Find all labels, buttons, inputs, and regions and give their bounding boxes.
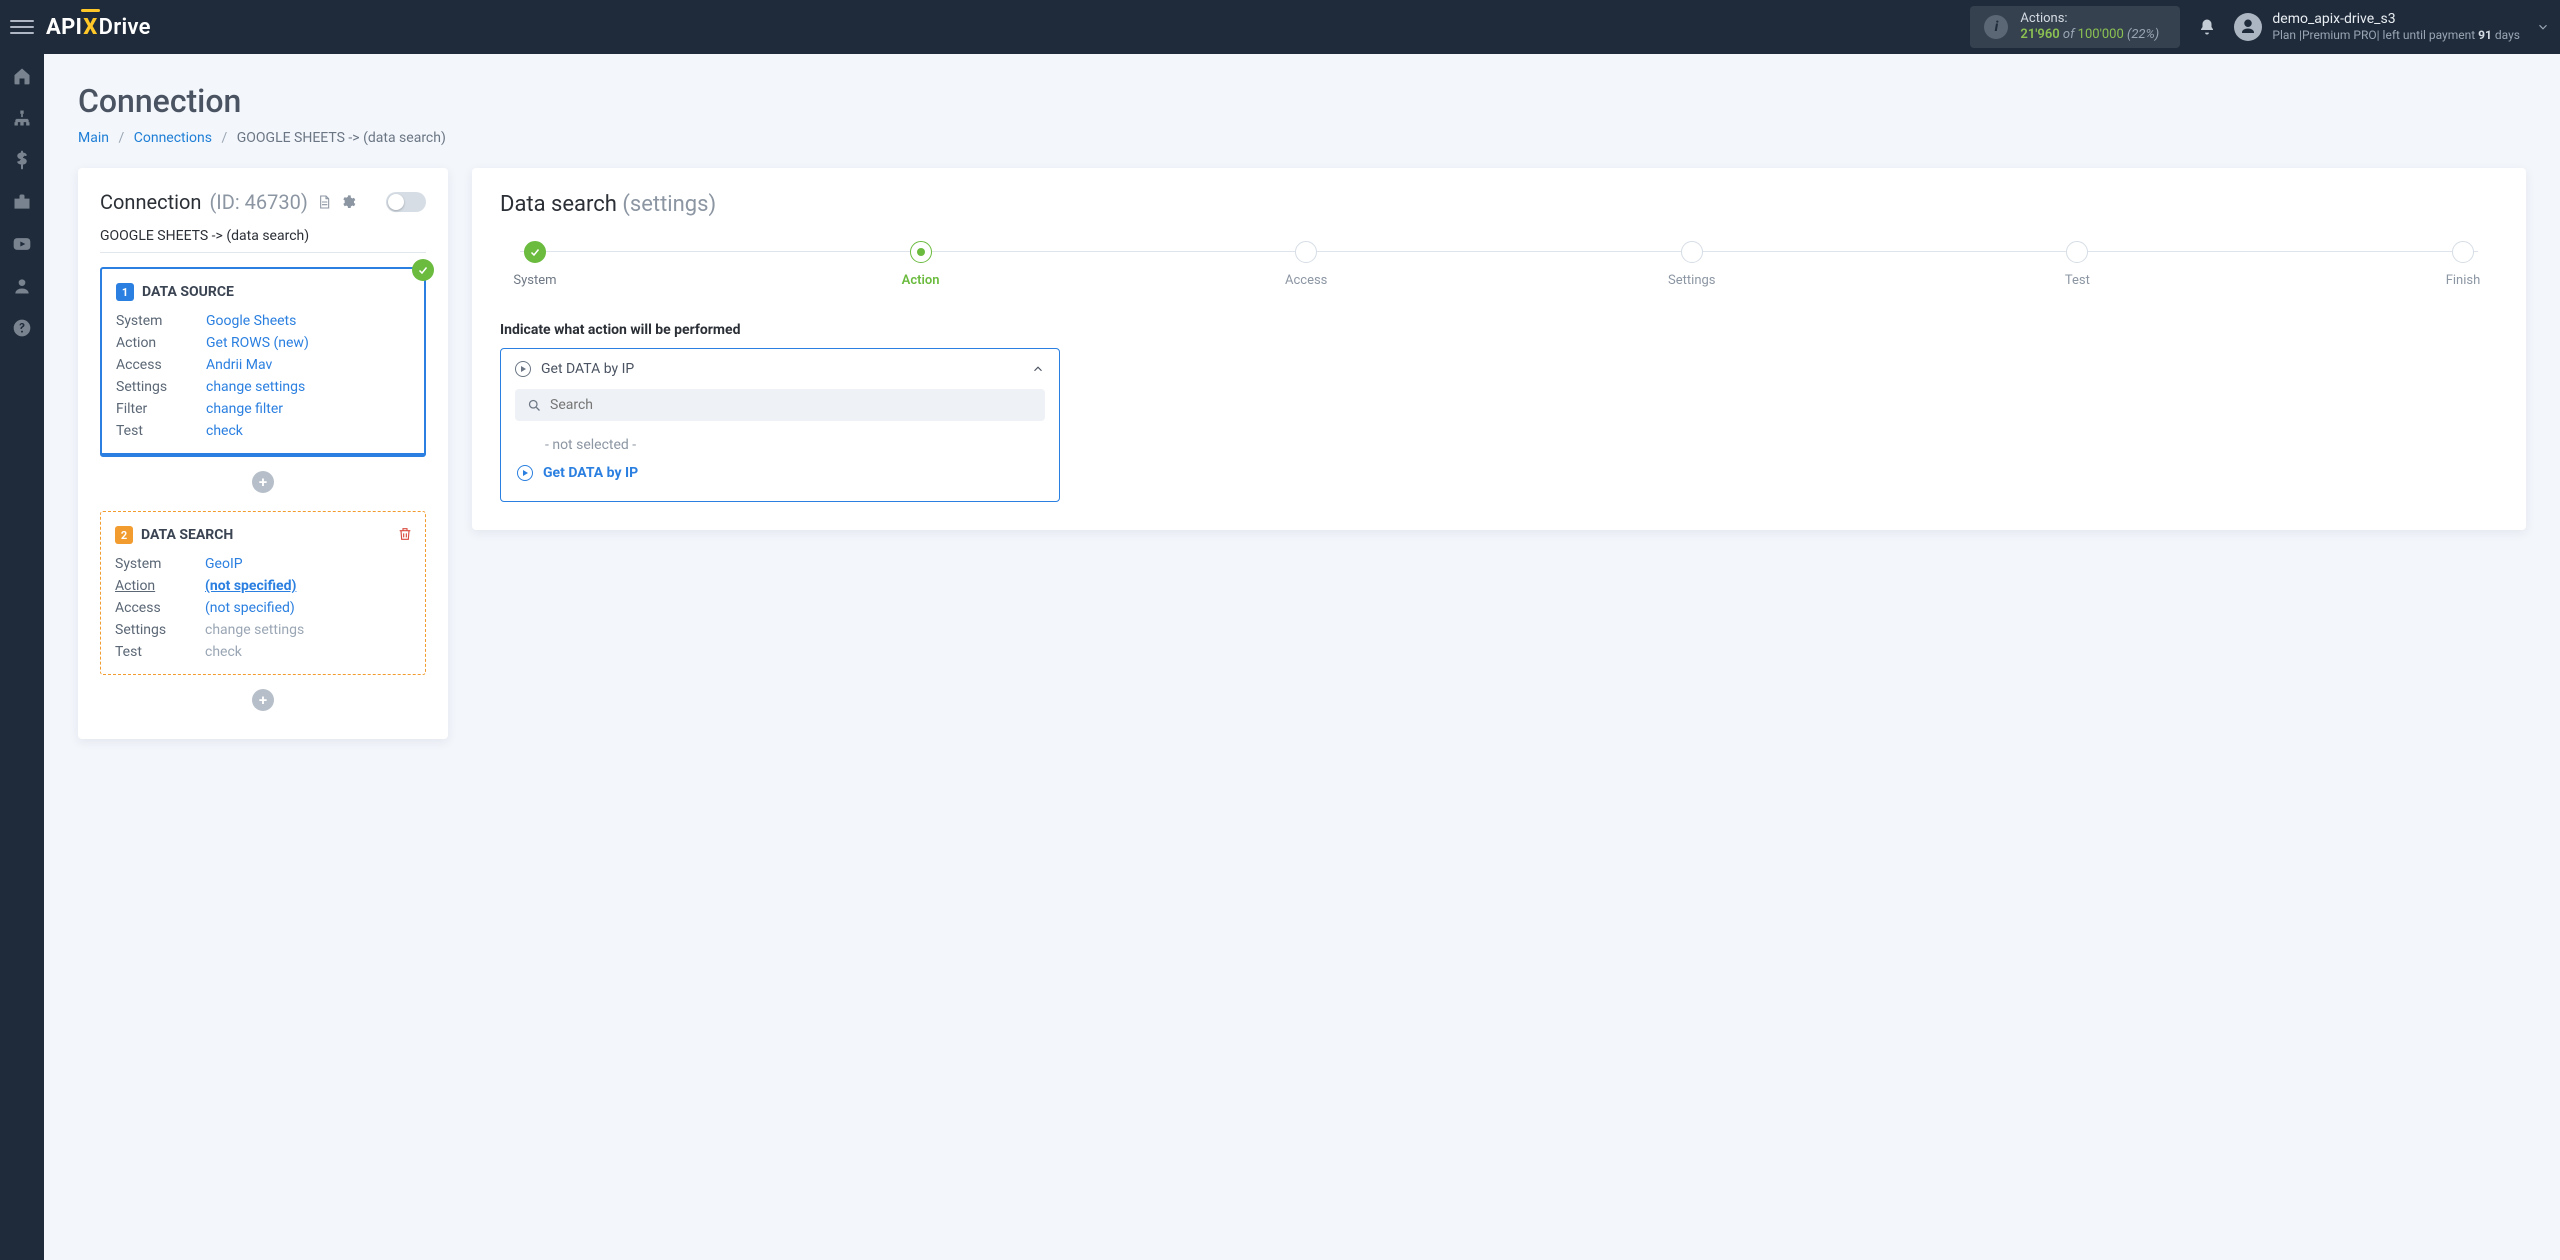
- dropdown-body: - not selected - Get DATA by IP: [501, 389, 1059, 501]
- search-input[interactable]: [550, 397, 1033, 413]
- logo-text-api: API: [46, 15, 82, 40]
- panel-subtitle: GOOGLE SHEETS -> (data search): [100, 228, 426, 253]
- main-content: Connection Main / Connections / GOOGLE S…: [44, 54, 2560, 767]
- home-icon[interactable]: [12, 66, 32, 86]
- panel-title: Connection: [100, 190, 201, 214]
- ds-filter[interactable]: change filter: [206, 401, 410, 417]
- data-search-block[interactable]: 2 DATA SEARCH SystemGeoIP Action(not spe…: [100, 511, 426, 675]
- stepper: System Action Access Settings Test Finis…: [500, 241, 2498, 288]
- chevron-down-icon: [2536, 20, 2550, 34]
- search-icon: [527, 398, 542, 413]
- crumb-connections[interactable]: Connections: [134, 130, 212, 146]
- panel-id: (ID: 46730): [209, 190, 307, 214]
- ds-system[interactable]: Google Sheets: [206, 313, 410, 329]
- document-icon[interactable]: [316, 194, 332, 210]
- settings-title: Data search: [500, 192, 622, 217]
- add-block-button-2[interactable]: +: [252, 689, 274, 711]
- user-icon[interactable]: [12, 276, 32, 296]
- menu-toggle[interactable]: [10, 15, 34, 39]
- breadcrumb: Main / Connections / GOOGLE SHEETS -> (d…: [78, 130, 2526, 146]
- settings-subtitle: (settings): [622, 192, 716, 217]
- logo[interactable]: API X Drive: [46, 15, 151, 40]
- page-title: Connection: [78, 82, 2526, 120]
- dsr-action[interactable]: (not specified): [205, 578, 411, 594]
- add-block-button[interactable]: +: [252, 471, 274, 493]
- step-finish[interactable]: Finish: [2428, 241, 2498, 288]
- check-icon: [412, 259, 434, 281]
- step-settings[interactable]: Settings: [1657, 241, 1727, 288]
- dsr-system[interactable]: GeoIP: [205, 556, 411, 572]
- connection-panel: Connection (ID: 46730) GOOGLE SHEETS -> …: [78, 168, 448, 739]
- block-title-text: DATA SEARCH: [141, 527, 233, 543]
- data-source-block[interactable]: 1 DATA SOURCE SystemGoogle Sheets Action…: [100, 267, 426, 457]
- action-dropdown[interactable]: Get DATA by IP - not selected - Get DATA…: [500, 348, 1060, 502]
- chevron-up-icon: [1031, 362, 1045, 376]
- ds-test[interactable]: check: [206, 423, 410, 439]
- dropdown-search[interactable]: [515, 389, 1045, 421]
- youtube-icon[interactable]: [12, 234, 32, 254]
- option-not-selected[interactable]: - not selected -: [515, 431, 1045, 459]
- field-label: Indicate what action will be performed: [500, 322, 2498, 338]
- actions-chip[interactable]: i Actions: 21'960 of 100'000 (22%): [1970, 6, 2180, 47]
- crumb-main[interactable]: Main: [78, 130, 109, 146]
- dropdown-selected: Get DATA by IP: [541, 361, 634, 377]
- block-title-text: DATA SOURCE: [142, 284, 234, 300]
- step-system[interactable]: System: [500, 241, 570, 288]
- avatar-icon: [2234, 13, 2262, 41]
- logo-text-drive: Drive: [99, 15, 151, 40]
- dsr-test: check: [205, 644, 411, 660]
- actions-label: Actions:: [2020, 12, 2159, 26]
- block-number: 1: [116, 283, 134, 301]
- logo-text-x: X: [83, 15, 97, 40]
- step-action[interactable]: Action: [886, 241, 956, 288]
- option-get-data[interactable]: Get DATA by IP: [515, 459, 1045, 487]
- briefcase-icon[interactable]: [12, 192, 32, 212]
- step-access[interactable]: Access: [1271, 241, 1341, 288]
- sitemap-icon[interactable]: [12, 108, 32, 128]
- dsr-access[interactable]: (not specified): [205, 600, 411, 616]
- actions-values: 21'960 of 100'000 (22%): [2020, 27, 2159, 42]
- block-number: 2: [115, 526, 133, 544]
- ds-settings[interactable]: change settings: [206, 379, 410, 395]
- gear-icon[interactable]: [340, 194, 356, 210]
- top-bar: API X Drive i Actions: 21'960 of 100'000…: [0, 0, 2560, 54]
- trash-icon[interactable]: [397, 526, 413, 542]
- info-icon: i: [1984, 15, 2008, 39]
- left-rail: [0, 54, 44, 1260]
- dollar-icon[interactable]: [12, 150, 32, 170]
- step-test[interactable]: Test: [2042, 241, 2112, 288]
- crumb-current: GOOGLE SHEETS -> (data search): [237, 130, 446, 146]
- settings-panel: Data search (settings) System Action Acc…: [472, 168, 2526, 530]
- dsr-settings: change settings: [205, 622, 411, 638]
- play-icon: [517, 465, 533, 481]
- user-menu[interactable]: demo_apix-drive_s3 Plan |Premium PRO| le…: [2234, 11, 2550, 42]
- dropdown-toggle[interactable]: Get DATA by IP: [501, 349, 1059, 389]
- user-plan: Plan |Premium PRO| left until payment 91…: [2272, 28, 2520, 42]
- ds-action[interactable]: Get ROWS (new): [206, 335, 410, 351]
- bell-icon[interactable]: [2198, 18, 2216, 36]
- help-icon[interactable]: [12, 318, 32, 338]
- user-name: demo_apix-drive_s3: [2272, 11, 2520, 28]
- play-icon: [515, 361, 531, 377]
- ds-access[interactable]: Andrii Mav: [206, 357, 410, 373]
- connection-toggle[interactable]: [386, 192, 426, 212]
